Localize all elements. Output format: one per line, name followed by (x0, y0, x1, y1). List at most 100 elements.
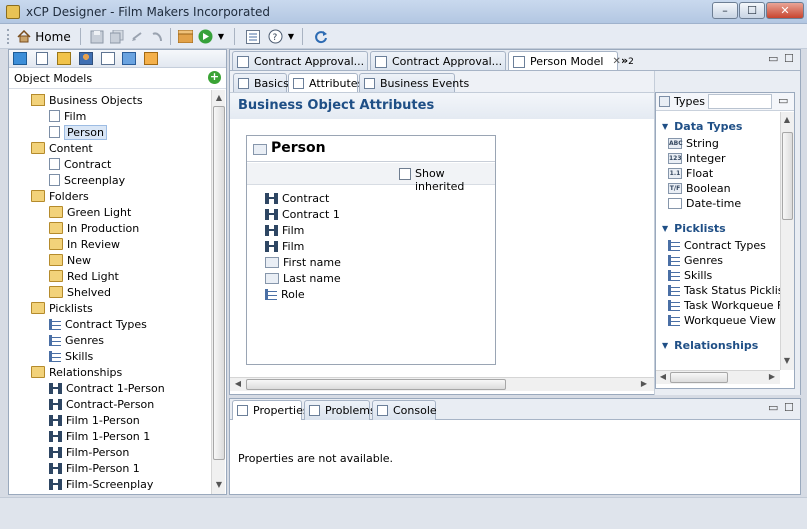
editor-tab[interactable]: Contract Approval... (232, 51, 368, 71)
roles-tab-icon[interactable] (79, 52, 93, 65)
palette-item[interactable]: Task Status Picklist (668, 283, 780, 298)
scroll-up-arrow-icon[interactable]: ▲ (213, 93, 225, 102)
tree-item[interactable]: Green Light (49, 204, 131, 220)
palette-section-header[interactable]: ▼ Picklists (662, 220, 726, 236)
editor-maximize-icon[interactable]: ☐ (784, 52, 794, 65)
tree-item[interactable]: Shelved (49, 284, 111, 300)
home-button[interactable]: Home (14, 27, 74, 46)
show-inherited-checkbox[interactable] (399, 168, 411, 180)
scroll-right-arrow-icon[interactable]: ▶ (638, 379, 650, 388)
scroll-left-arrow-icon[interactable]: ◀ (232, 379, 244, 388)
undo-icon[interactable] (128, 27, 146, 46)
types-minimize-icon[interactable]: ▭ (778, 94, 788, 107)
attribute-row[interactable]: Role (265, 286, 305, 302)
help-icon[interactable]: ? (266, 27, 284, 46)
content-tab-icon[interactable] (36, 52, 48, 65)
save-all-icon[interactable] (108, 27, 126, 46)
tree-item[interactable]: Contract-Person (49, 396, 154, 412)
palette-vertical-scrollbar[interactable]: ▲ ▼ (780, 112, 794, 370)
palette-scroll-left-arrow-icon[interactable]: ◀ (657, 372, 669, 381)
tree-item[interactable]: Red Light (49, 268, 119, 284)
object-models-tab-icon[interactable] (13, 52, 27, 65)
tree-item[interactable]: Skills (49, 348, 93, 364)
package-icon[interactable] (176, 27, 194, 46)
palette-horizontal-scrollbar[interactable]: ◀ ▶ (656, 370, 780, 384)
palette-item[interactable]: Task Workqueue Fla (668, 298, 780, 313)
minimize-button[interactable]: – (712, 2, 738, 19)
palette-section-header[interactable]: ▼ Data Types (662, 118, 742, 134)
palette-section-header[interactable]: ▼ Relationships (662, 337, 758, 353)
palette-scroll-thumb[interactable] (782, 132, 793, 220)
tree-item[interactable]: Contract Types (49, 316, 147, 332)
bottom-maximize-icon[interactable]: ☐ (784, 401, 794, 414)
tree-item[interactable]: Film (49, 108, 86, 124)
palette-item[interactable]: 123 Integer (668, 151, 726, 166)
save-icon[interactable] (88, 27, 106, 46)
folders-tab-icon[interactable] (57, 52, 71, 65)
tree-item[interactable]: Contract 1-Person (49, 380, 165, 396)
queries-tab-icon[interactable] (144, 52, 158, 65)
types-filter-input[interactable] (708, 94, 772, 109)
tree-scroll-thumb[interactable] (213, 106, 225, 460)
palette-h-scroll-thumb[interactable] (670, 372, 728, 383)
editor-horizontal-scrollbar[interactable]: ◀ ▶ (230, 377, 654, 391)
tree-item[interactable]: Person (49, 124, 107, 140)
tree-item[interactable]: Film-Person (49, 444, 129, 460)
palette-scroll-up-arrow-icon[interactable]: ▲ (781, 115, 793, 124)
editor-tab[interactable]: Person Model ✕ (508, 51, 621, 71)
tree-category[interactable]: Content (31, 140, 93, 156)
overflow-tabs-button[interactable]: »2 (621, 54, 634, 67)
bottom-minimize-icon[interactable]: ▭ (768, 401, 778, 414)
palette-item[interactable]: Date-time (668, 196, 741, 211)
attribute-row[interactable]: Contract (265, 190, 329, 206)
editor-tab[interactable]: Contract Approval... (370, 51, 506, 71)
close-window-button[interactable]: ✕ (766, 2, 804, 19)
attribute-row[interactable]: First name (265, 254, 341, 270)
add-object-model-icon[interactable]: + (208, 71, 221, 84)
scroll-down-arrow-icon[interactable]: ▼ (213, 480, 225, 489)
editor-minimize-icon[interactable]: ▭ (768, 52, 778, 65)
palette-item[interactable]: Workqueue View F (668, 313, 780, 328)
subtab-attributes[interactable]: Attributes (288, 73, 363, 92)
attribute-row[interactable]: Last name (265, 270, 341, 286)
tree-item[interactable]: Screenplay (49, 172, 125, 188)
subtab-basics[interactable]: Basics (233, 73, 289, 92)
subtab-business-events[interactable]: Business Events (359, 73, 469, 92)
tree-vertical-scrollbar[interactable]: ▲ ▼ (211, 90, 225, 494)
tree-item[interactable]: Film 1-Person (49, 412, 140, 428)
tree-category[interactable]: Picklists (31, 300, 93, 316)
run-icon[interactable] (196, 27, 214, 46)
run-dropdown-arrow-icon[interactable]: ▼ (216, 27, 226, 46)
palette-item[interactable]: Genres (668, 253, 723, 268)
maximize-button[interactable]: ☐ (739, 2, 765, 19)
bottom-tab-problems[interactable]: Problems (304, 400, 376, 420)
tree-item[interactable]: In Production (49, 220, 139, 236)
tree-item[interactable]: Contract (49, 156, 111, 172)
palette-item[interactable]: 1.1 Float (668, 166, 713, 181)
tree-item[interactable]: In Review (49, 236, 120, 252)
tree-category[interactable]: Folders (31, 188, 89, 204)
help-dropdown-arrow-icon[interactable]: ▼ (286, 27, 296, 46)
palette-item[interactable]: T/F Boolean (668, 181, 731, 196)
tree-item[interactable]: Film 1-Person 1 (49, 428, 150, 444)
tree-item[interactable]: Genres (49, 332, 104, 348)
tree-item[interactable]: Film-Person 1 (49, 460, 140, 476)
pages-tab-icon[interactable] (101, 52, 115, 65)
palette-scroll-down-arrow-icon[interactable]: ▼ (781, 356, 793, 365)
palette-scroll-right-arrow-icon[interactable]: ▶ (766, 372, 778, 381)
bottom-tab-console[interactable]: Console (372, 400, 437, 420)
attribute-row[interactable]: Contract 1 (265, 206, 340, 222)
tree-category[interactable]: Business Objects (31, 92, 143, 108)
processes-tab-icon[interactable] (122, 52, 136, 65)
attribute-row[interactable]: Film (265, 222, 304, 238)
tree-item[interactable]: New (49, 252, 91, 268)
close-tab-icon[interactable]: ✕ (613, 56, 621, 67)
bottom-tab-properties[interactable]: Properties (232, 400, 309, 420)
palette-item[interactable]: Contract Types (668, 238, 766, 253)
list-view-icon[interactable] (244, 27, 262, 46)
tree-category[interactable]: Relationships (31, 364, 122, 380)
palette-item[interactable]: Skills (668, 268, 712, 283)
attribute-row[interactable]: Film (265, 238, 304, 254)
refresh-icon[interactable] (312, 27, 330, 46)
redo-icon[interactable] (148, 27, 166, 46)
